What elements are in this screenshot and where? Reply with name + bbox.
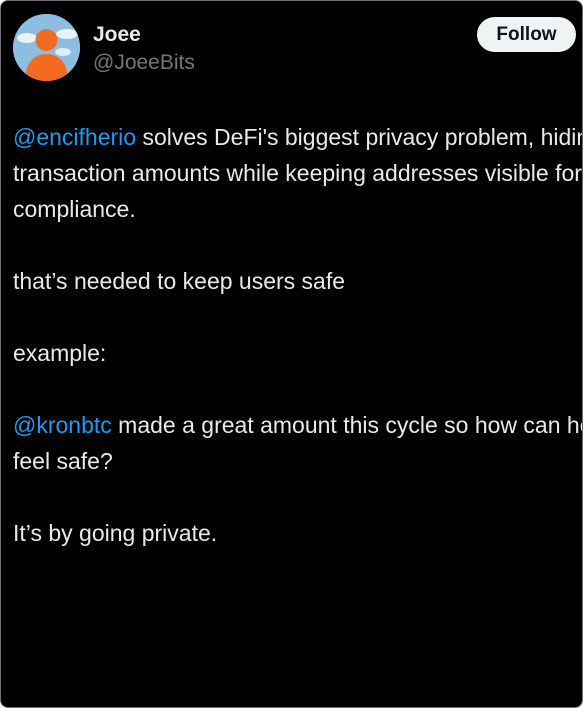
author-avatar[interactable] (13, 14, 80, 81)
mention-link[interactable]: @encifherio (13, 124, 136, 150)
author-display-name[interactable]: Joee (93, 22, 141, 48)
tweet-paragraph: @kronbtc made a great amount this cycle … (13, 407, 582, 479)
tweet-paragraph: It’s by going private. (13, 515, 582, 551)
mention-link[interactable]: @kronbtc (13, 412, 112, 438)
tweet-text: example: (13, 340, 107, 366)
orange-person-avatar-icon (13, 14, 80, 81)
tweet-paragraph: example: (13, 335, 582, 371)
tweet-paragraph: @encifherio solves DeFi's biggest privac… (13, 119, 582, 227)
follow-button[interactable]: Follow (477, 17, 576, 52)
tweet-text: that’s needed to keep users safe (13, 268, 346, 294)
tweet-card: Joee @JoeeBits Follow @encifherio solves… (0, 0, 583, 708)
tweet-text: It’s by going private. (13, 520, 218, 546)
author-handle[interactable]: @JoeeBits (93, 50, 195, 76)
tweet-body: @encifherio solves DeFi's biggest privac… (13, 119, 582, 551)
tweet-paragraph: that’s needed to keep users safe (13, 263, 582, 299)
